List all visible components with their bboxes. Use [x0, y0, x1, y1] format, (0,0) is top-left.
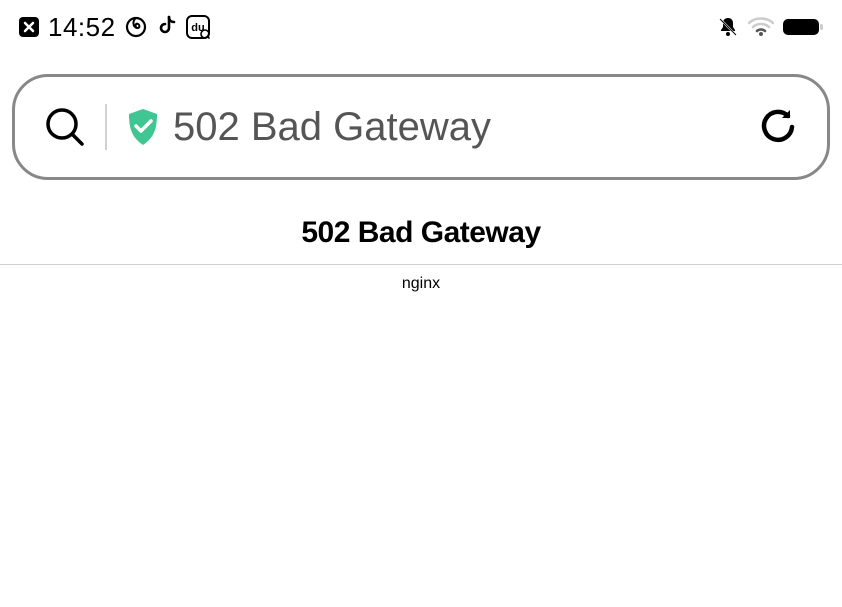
- refresh-icon: [757, 106, 799, 148]
- page-title-in-bar: 502 Bad Gateway: [173, 105, 491, 150]
- svg-text:du: du: [191, 22, 204, 34]
- refresh-button[interactable]: [757, 106, 799, 148]
- baidu-app-icon: du: [186, 15, 210, 39]
- tiktok-icon: [156, 15, 178, 39]
- address-bar-container: 502 Bad Gateway: [0, 50, 842, 180]
- notifications-muted-icon: [716, 15, 740, 39]
- server-name: nginx: [0, 275, 842, 293]
- url-section[interactable]: 502 Bad Gateway: [125, 105, 739, 150]
- page-content: 502 Bad Gateway nginx: [0, 180, 842, 293]
- address-bar[interactable]: 502 Bad Gateway: [12, 74, 830, 180]
- status-bar: 14:52 du: [0, 0, 842, 50]
- status-time: 14:52: [48, 12, 116, 43]
- wifi-icon: [748, 17, 774, 37]
- status-bar-right: [716, 15, 824, 39]
- divider: [0, 264, 842, 265]
- close-box-icon: [18, 16, 40, 38]
- secure-shield-icon: [125, 107, 161, 147]
- battery-icon: [782, 16, 824, 38]
- search-icon: [43, 105, 87, 149]
- netease-music-icon: [124, 15, 148, 39]
- status-bar-left: 14:52 du: [18, 12, 210, 43]
- error-heading: 502 Bad Gateway: [0, 216, 842, 250]
- search-button[interactable]: [43, 104, 107, 150]
